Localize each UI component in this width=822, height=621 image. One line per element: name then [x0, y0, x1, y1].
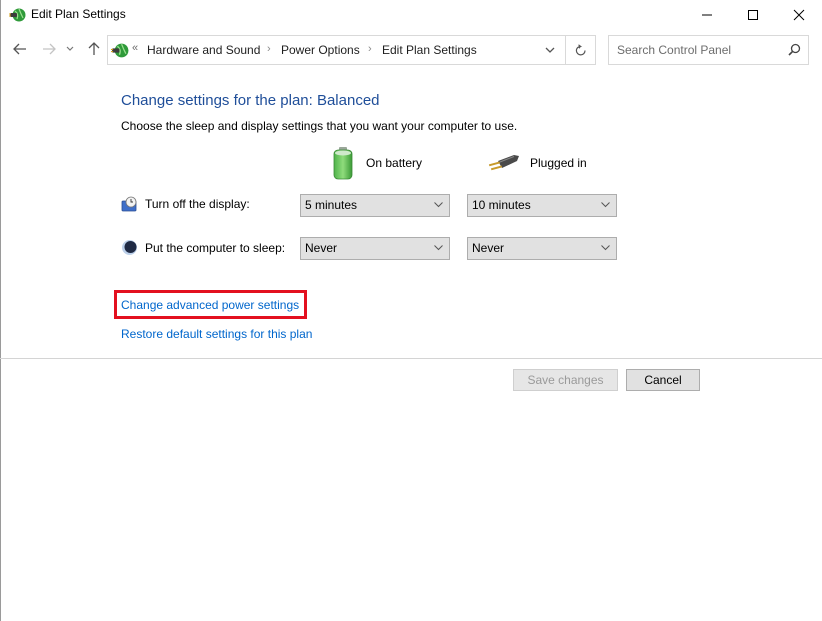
- breadcrumb-hardware-and-sound[interactable]: Hardware and Sound: [147, 43, 260, 57]
- setting-label: Turn off the display:: [145, 197, 250, 211]
- chevron-down-icon: [601, 245, 610, 251]
- chevron-down-icon: [434, 202, 443, 208]
- chevron-down-icon: [66, 46, 74, 51]
- sleep-plugged-in-select[interactable]: Never: [467, 237, 617, 260]
- page-description: Choose the sleep and display settings th…: [121, 119, 518, 133]
- close-icon: [793, 9, 805, 21]
- address-dropdown-button[interactable]: [535, 36, 565, 64]
- navigation-bar: « Hardware and Sound › Power Options › E…: [0, 33, 822, 65]
- maximize-button[interactable]: [730, 0, 776, 30]
- close-button[interactable]: [776, 0, 822, 30]
- select-value: Never: [472, 241, 505, 255]
- up-button[interactable]: [84, 39, 104, 59]
- select-value: Never: [305, 241, 338, 255]
- arrow-up-icon: [88, 42, 100, 55]
- select-value: 10 minutes: [472, 198, 531, 212]
- display-plugged-in-select[interactable]: 10 minutes: [467, 194, 617, 217]
- breadcrumb-separator[interactable]: ›: [267, 43, 271, 55]
- display-clock-icon: [121, 196, 137, 212]
- chevron-down-icon: [545, 47, 555, 53]
- search-icon[interactable]: [786, 42, 802, 58]
- search-input[interactable]: [609, 36, 779, 64]
- column-label: Plugged in: [530, 156, 587, 170]
- search-box: [608, 35, 809, 65]
- breadcrumb-overflow[interactable]: «: [132, 42, 138, 54]
- address-bar[interactable]: « Hardware and Sound › Power Options › E…: [107, 35, 596, 65]
- power-plug-icon: [488, 155, 519, 171]
- breadcrumb-separator[interactable]: ›: [368, 43, 372, 55]
- window-title: Edit Plan Settings: [31, 7, 126, 21]
- maximize-icon: [748, 10, 758, 20]
- battery-icon: [333, 147, 353, 180]
- breadcrumb-power-options[interactable]: Power Options: [281, 43, 360, 57]
- minimize-icon: [702, 14, 712, 16]
- breadcrumb-edit-plan-settings[interactable]: Edit Plan Settings: [382, 43, 477, 57]
- power-plug-globe-icon: [111, 41, 129, 59]
- display-on-battery-select[interactable]: 5 minutes: [300, 194, 450, 217]
- save-changes-button[interactable]: Save changes: [513, 369, 618, 391]
- refresh-icon: [575, 43, 586, 55]
- power-plug-globe-icon: [9, 6, 26, 23]
- arrow-left-icon: [13, 43, 26, 55]
- forward-button[interactable]: [39, 39, 59, 59]
- column-header-on-battery: On battery: [330, 146, 422, 180]
- restore-default-settings-link[interactable]: Restore default settings for this plan: [121, 327, 312, 341]
- window-left-border: [0, 0, 1, 621]
- back-button[interactable]: [10, 39, 30, 59]
- chevron-down-icon: [434, 245, 443, 251]
- refresh-button[interactable]: [566, 36, 596, 64]
- setting-row-sleep: Put the computer to sleep:: [121, 239, 285, 256]
- cancel-button[interactable]: Cancel: [626, 369, 700, 391]
- sleep-on-battery-select[interactable]: Never: [300, 237, 450, 260]
- title-bar: Edit Plan Settings: [0, 0, 822, 30]
- page-title: Change settings for the plan: Balanced: [121, 92, 380, 109]
- setting-label: Put the computer to sleep:: [145, 240, 286, 255]
- setting-row-display: Turn off the display:: [121, 196, 250, 212]
- recent-locations-button[interactable]: [63, 39, 77, 59]
- column-label: On battery: [366, 156, 423, 170]
- chevron-down-icon: [601, 202, 610, 208]
- select-value: 5 minutes: [305, 198, 358, 212]
- column-header-plugged-in: Plugged in: [488, 146, 587, 180]
- sleep-moon-icon: [122, 240, 137, 255]
- footer-divider: [0, 358, 822, 359]
- arrow-right-icon: [43, 43, 56, 55]
- minimize-button[interactable]: [684, 0, 730, 30]
- change-advanced-power-settings-link[interactable]: Change advanced power settings: [121, 298, 299, 312]
